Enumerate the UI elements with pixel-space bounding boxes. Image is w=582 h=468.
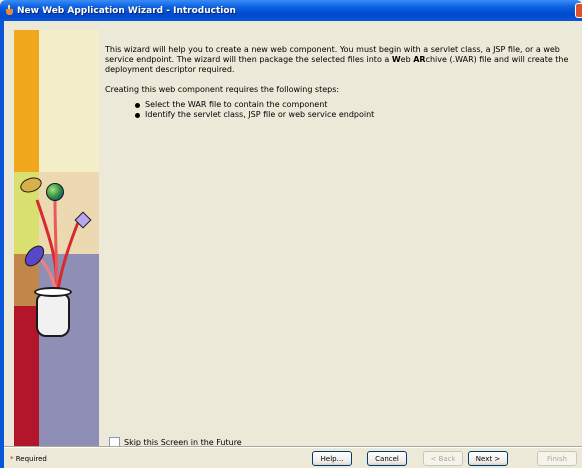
list-item: Select the WAR file to contain the compo… [135,100,575,110]
required-note: * Required [10,455,47,463]
next-button[interactable]: Next > [468,451,508,466]
list-item: Identify the servlet class, JSP file or … [135,110,575,120]
java-cup-icon [5,5,14,16]
steps-intro: Creating this web component requires the… [105,85,340,94]
intro-text: This wizard will help you to create a ne… [105,45,575,120]
close-button[interactable] [575,3,582,18]
window-title: New Web Application Wizard - Introductio… [17,5,236,16]
footer-bar: * Required Help... Cancel < Back Next > … [4,448,582,468]
steps-list: Select the WAR file to contain the compo… [135,100,575,120]
jar-graphic [36,293,70,337]
wizard-graphic [14,30,99,447]
finish-button[interactable]: Finish [537,451,577,466]
jar-lid-graphic [34,287,72,297]
wizard-window: New Web Application Wizard - Introductio… [0,0,582,468]
cancel-button[interactable]: Cancel [367,451,407,466]
globe-graphic [46,183,64,201]
help-button[interactable]: Help... [312,451,352,466]
intro-paragraph: This wizard will help you to create a ne… [105,45,569,74]
back-button[interactable]: < Back [423,451,463,466]
bullet-icon [135,112,140,118]
wizard-content: This wizard will help you to create a ne… [4,21,582,449]
bullet-icon [135,102,140,108]
title-bar[interactable]: New Web Application Wizard - Introductio… [0,0,582,21]
